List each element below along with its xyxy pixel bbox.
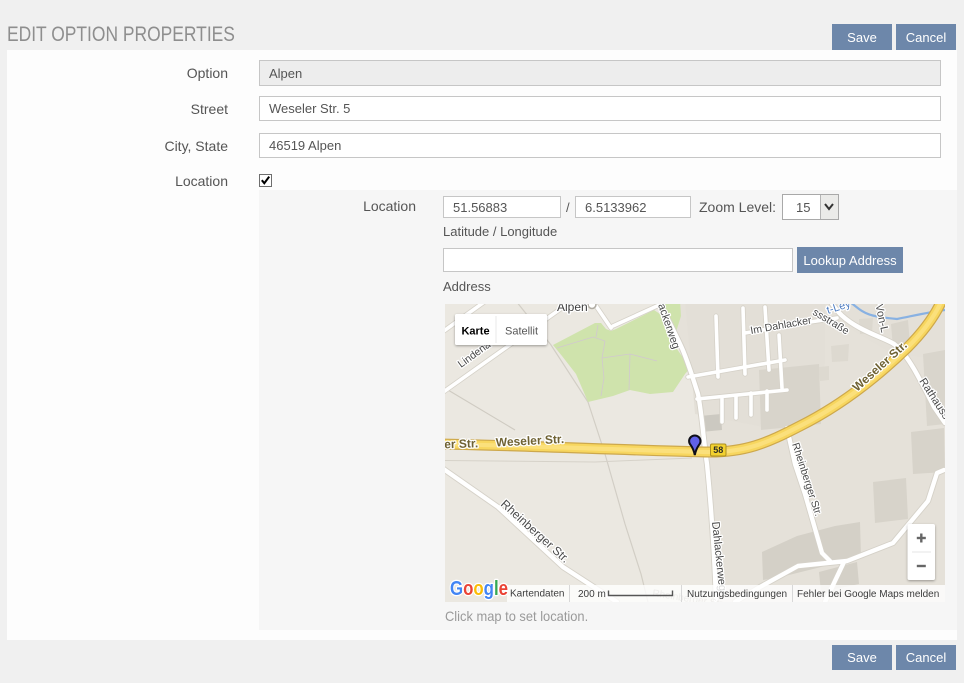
- svg-text:Alpen: Alpen: [557, 304, 588, 314]
- svg-text:Satellit: Satellit: [505, 326, 538, 338]
- svg-text:ler Str.: ler Str.: [445, 436, 478, 451]
- svg-text:58: 58: [713, 445, 723, 455]
- svg-text:Karte: Karte: [461, 326, 489, 338]
- svg-text:Kartendaten: Kartendaten: [510, 589, 565, 600]
- svg-text:Google: Google: [450, 578, 508, 600]
- svg-text:Fehler bei Google Maps melden: Fehler bei Google Maps melden: [797, 589, 939, 600]
- svg-text:200 m: 200 m: [578, 589, 606, 600]
- svg-text:Nutzungsbedingungen: Nutzungsbedingungen: [687, 589, 787, 600]
